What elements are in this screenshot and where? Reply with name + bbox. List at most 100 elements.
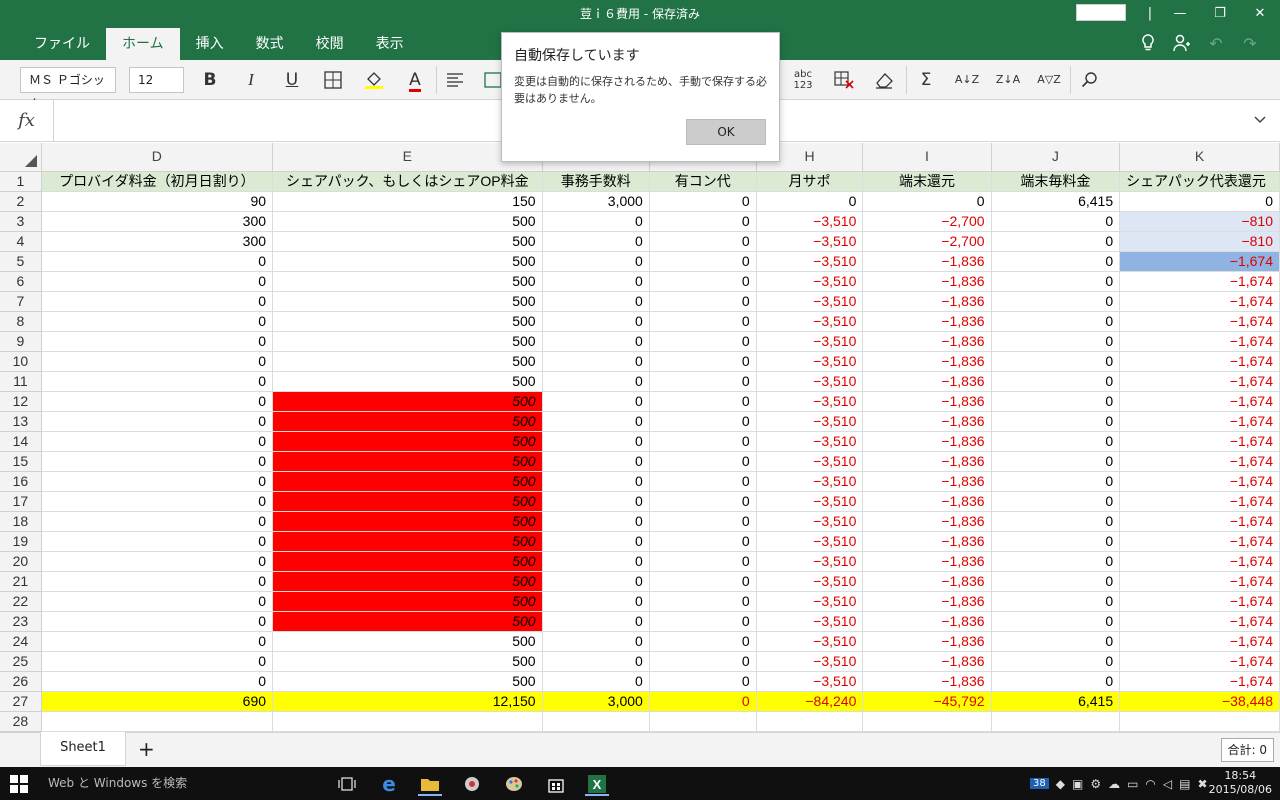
table-cell[interactable]: 500 [272, 471, 543, 492]
table-cell[interactable]: 0 [991, 591, 1121, 612]
tray-badge[interactable]: 38 [1030, 778, 1049, 789]
table-cell[interactable]: 500 [272, 531, 543, 552]
table-cell[interactable]: 0 [649, 511, 757, 532]
table-cell[interactable]: 0 [41, 251, 274, 272]
table-cell[interactable]: 0 [649, 551, 757, 572]
table-cell[interactable]: −38,448 [1119, 691, 1280, 712]
borders-icon[interactable] [318, 66, 348, 94]
table-cell[interactable]: 0 [41, 531, 274, 552]
table-cell[interactable]: 500 [272, 331, 543, 352]
table-cell[interactable]: 0 [542, 231, 650, 252]
table-cell[interactable]: 0 [756, 191, 864, 212]
sort-descending-button[interactable]: Z↓A [993, 66, 1023, 94]
tab-file[interactable]: ファイル [18, 28, 106, 60]
underline-button[interactable]: U [277, 66, 307, 94]
header-cell[interactable]: プロバイダ料金（初月日割り） [41, 171, 274, 192]
header-cell[interactable]: 有コン代 [649, 171, 757, 192]
table-cell[interactable]: 0 [649, 691, 757, 712]
table-cell[interactable]: 0 [542, 671, 650, 692]
file-explorer-icon[interactable] [418, 772, 442, 796]
table-cell[interactable]: 0 [991, 311, 1121, 332]
table-cell[interactable]: 0 [41, 351, 274, 372]
table-cell[interactable]: −3,510 [756, 431, 864, 452]
table-cell[interactable]: 500 [272, 491, 543, 512]
table-cell[interactable]: 3,000 [542, 691, 650, 712]
ok-button[interactable]: OK [686, 119, 766, 145]
column-header-i[interactable]: I [862, 143, 992, 172]
volume-icon[interactable]: ◁ [1163, 777, 1172, 791]
table-cell[interactable] [542, 711, 650, 732]
search-icon[interactable] [1075, 66, 1105, 94]
tray-diamond-icon[interactable]: ◆ [1056, 777, 1065, 791]
table-cell[interactable]: 0 [991, 571, 1121, 592]
row-header[interactable]: 3 [0, 211, 42, 232]
font-name-select[interactable]: ＭＳ Ｐゴシック [20, 67, 116, 111]
select-all-corner[interactable] [0, 143, 42, 172]
header-cell[interactable]: 端末還元 [862, 171, 992, 192]
edge-browser-icon[interactable]: e [377, 772, 401, 796]
table-cell[interactable]: −3,510 [756, 371, 864, 392]
table-cell[interactable]: 0 [991, 431, 1121, 452]
share-user-icon[interactable] [1170, 34, 1194, 56]
tray-settings-icon[interactable]: ⚙ [1090, 777, 1101, 791]
table-cell[interactable]: −3,510 [756, 511, 864, 532]
table-cell[interactable]: 0 [649, 571, 757, 592]
table-cell[interactable] [756, 711, 864, 732]
table-cell[interactable]: 0 [649, 391, 757, 412]
row-header[interactable]: 13 [0, 411, 42, 432]
table-cell[interactable]: 0 [991, 491, 1121, 512]
table-cell[interactable]: 500 [272, 591, 543, 612]
table-cell[interactable]: 0 [649, 191, 757, 212]
minimize-button[interactable]: — [1160, 0, 1200, 28]
table-cell[interactable]: −1,674 [1119, 591, 1280, 612]
windows-start-icon[interactable] [10, 775, 28, 793]
table-cell[interactable]: 500 [272, 651, 543, 672]
table-cell[interactable]: −1,674 [1119, 471, 1280, 492]
table-cell[interactable]: −1,836 [862, 311, 992, 332]
table-cell[interactable]: 0 [542, 411, 650, 432]
header-cell[interactable]: 事務手数料 [542, 171, 650, 192]
table-cell[interactable]: 0 [991, 411, 1121, 432]
table-cell[interactable]: 500 [272, 351, 543, 372]
fill-color-icon[interactable] [359, 66, 389, 94]
excel-app-icon[interactable]: X [585, 772, 609, 796]
table-cell[interactable]: 0 [649, 651, 757, 672]
table-cell[interactable]: 0 [542, 211, 650, 232]
table-cell[interactable]: 0 [542, 651, 650, 672]
table-cell[interactable]: 0 [991, 231, 1121, 252]
sort-ascending-button[interactable]: A↓Z [952, 66, 982, 94]
table-cell[interactable]: 0 [542, 491, 650, 512]
row-header[interactable]: 25 [0, 651, 42, 672]
undo-icon[interactable]: ↶ [1204, 34, 1228, 53]
table-cell[interactable]: −1,836 [862, 631, 992, 652]
table-cell[interactable]: 0 [991, 351, 1121, 372]
table-cell[interactable]: −1,836 [862, 411, 992, 432]
row-header[interactable]: 26 [0, 671, 42, 692]
table-cell[interactable]: −1,836 [862, 531, 992, 552]
table-cell[interactable]: −1,674 [1119, 671, 1280, 692]
table-cell[interactable]: 0 [41, 551, 274, 572]
table-cell[interactable]: −1,836 [862, 271, 992, 292]
table-cell[interactable]: −1,674 [1119, 271, 1280, 292]
table-cell[interactable]: −3,510 [756, 491, 864, 512]
table-cell[interactable]: −84,240 [756, 691, 864, 712]
table-cell[interactable]: 0 [542, 631, 650, 652]
store-icon[interactable] [544, 772, 568, 796]
table-cell[interactable]: 300 [41, 231, 274, 252]
close-button[interactable]: ✕ [1240, 0, 1280, 28]
table-cell[interactable]: −3,510 [756, 591, 864, 612]
table-cell[interactable]: 0 [41, 431, 274, 452]
table-cell[interactable]: −2,700 [862, 211, 992, 232]
row-header[interactable]: 21 [0, 571, 42, 592]
table-cell[interactable]: −1,836 [862, 511, 992, 532]
italic-button[interactable]: I [236, 66, 266, 94]
table-cell[interactable]: −45,792 [862, 691, 992, 712]
table-cell[interactable]: −1,836 [862, 551, 992, 572]
table-cell[interactable]: 0 [649, 631, 757, 652]
align-left-icon[interactable] [440, 66, 470, 94]
table-cell[interactable]: −1,674 [1119, 651, 1280, 672]
table-cell[interactable]: −3,510 [756, 351, 864, 372]
table-cell[interactable]: 0 [649, 591, 757, 612]
number-format-button[interactable]: abc 123 [788, 66, 818, 94]
table-cell[interactable]: −1,674 [1119, 371, 1280, 392]
